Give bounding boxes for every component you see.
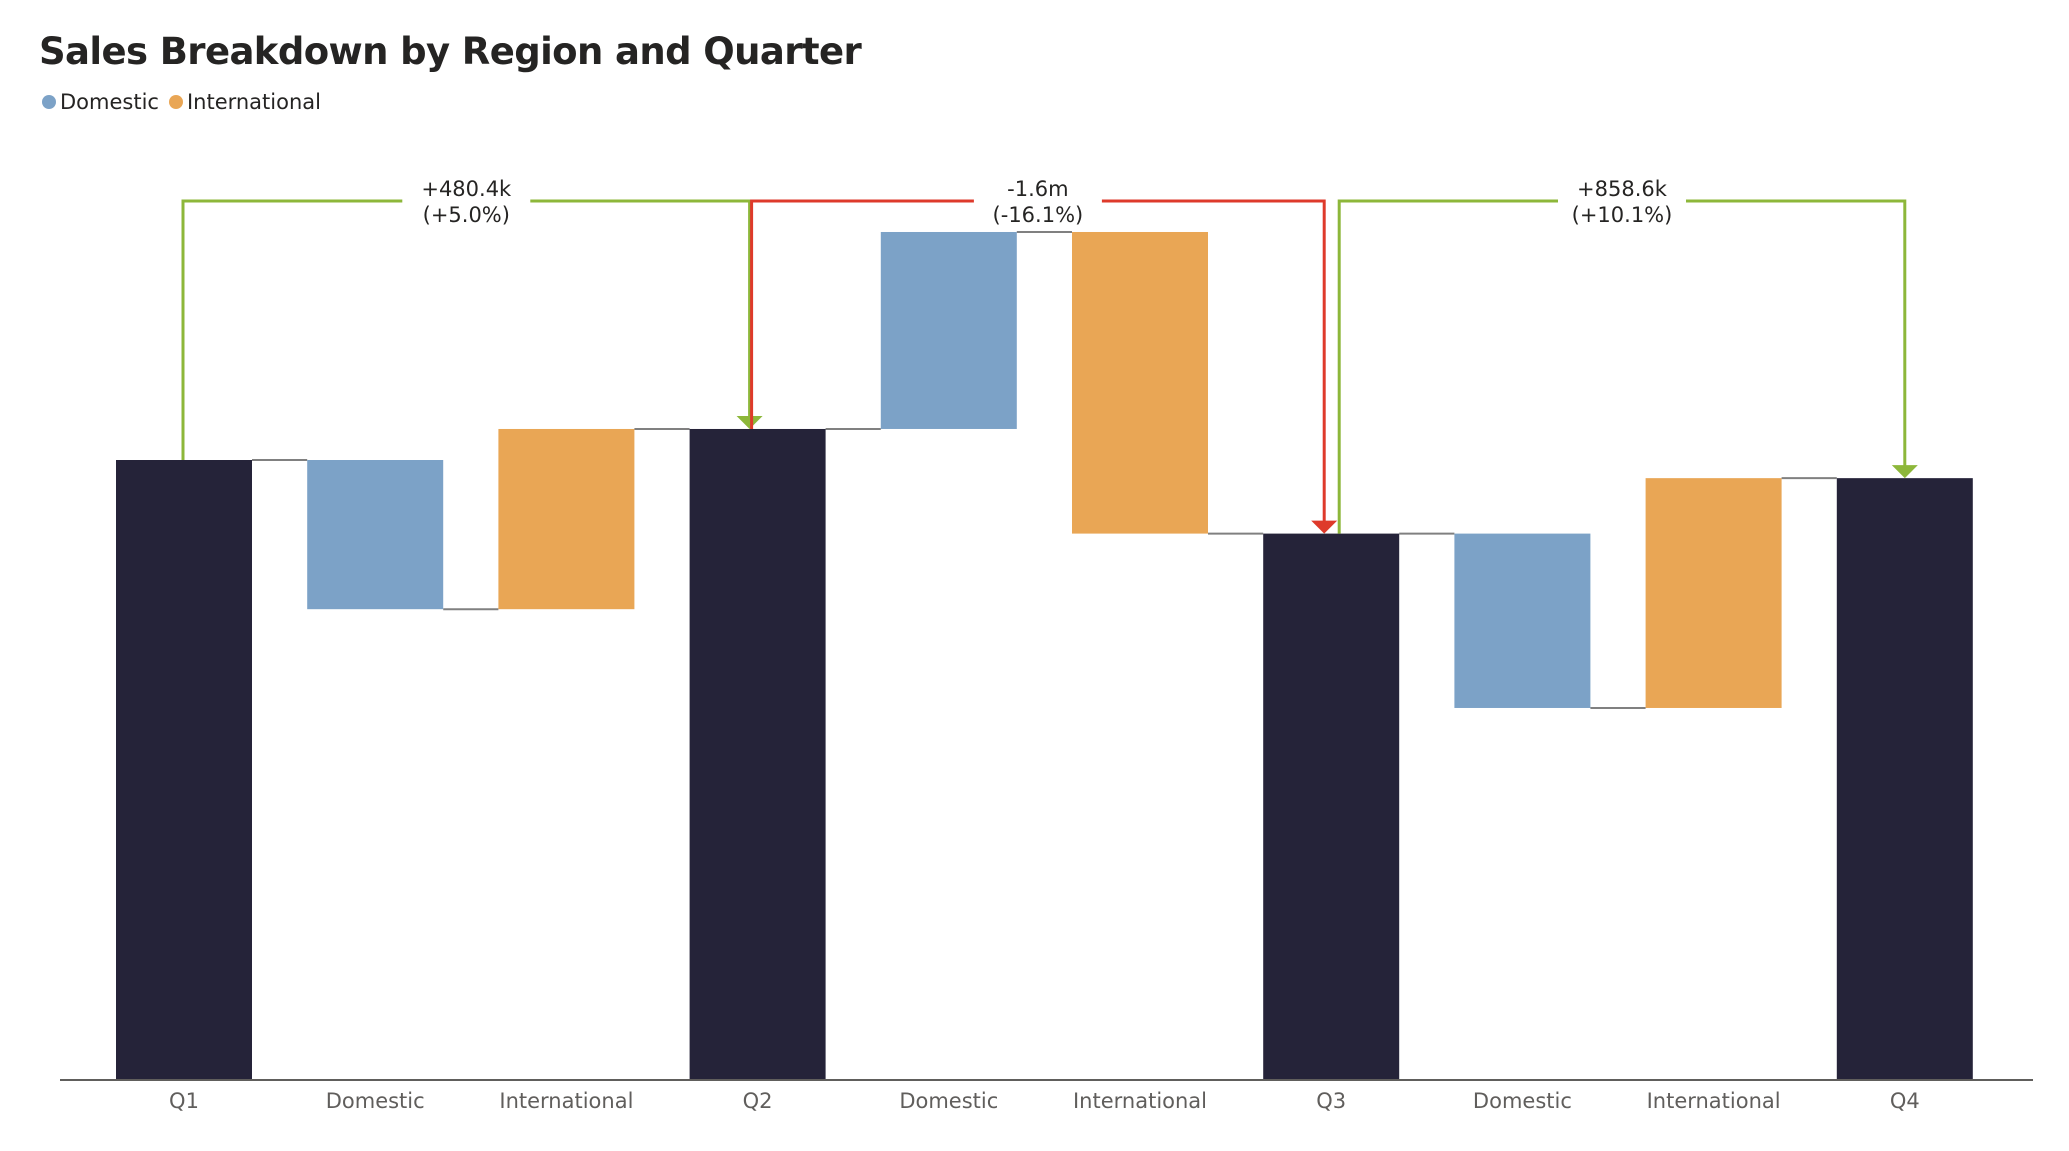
annotation-bracket-left	[181, 199, 403, 460]
x-tick-label: International	[499, 1089, 633, 1113]
annotation-pct-label: (+10.1%)	[1572, 203, 1673, 227]
annotation-bracket-right	[530, 199, 752, 419]
x-tick-label: Domestic	[1473, 1089, 1572, 1113]
annotation-delta-label: +480.4k	[421, 177, 512, 201]
bar-domestic-7[interactable]	[1454, 533, 1591, 708]
bar-q3-6[interactable]	[1263, 533, 1400, 1080]
bar-q1-0[interactable]	[116, 460, 252, 1080]
annotation-bracket-right	[1686, 199, 1907, 469]
annotation-q3-q4: +858.6k(+10.1%)	[1337, 177, 1918, 534]
bar-international-8[interactable]	[1645, 478, 1782, 708]
x-axis-labels: Q1 Domestic International Q2 Domestic Interna…	[169, 1089, 1920, 1113]
bars	[116, 231, 1973, 1081]
bar-domestic-4[interactable]	[880, 231, 1017, 429]
x-tick-label: Q3	[1316, 1089, 1346, 1113]
x-tick-label: Q2	[743, 1089, 773, 1113]
bar-international-2[interactable]	[498, 428, 635, 610]
connector-lines	[252, 230, 1837, 709]
annotation-pct-label: (+5.0%)	[423, 203, 510, 227]
bar-q2-3[interactable]	[689, 428, 826, 1081]
bar-domestic-1[interactable]	[307, 460, 444, 610]
x-tick-label: Domestic	[899, 1089, 998, 1113]
x-tick-label: Q1	[169, 1089, 199, 1113]
x-tick-label: Domestic	[326, 1089, 425, 1113]
annotation-q1-q2: +480.4k(+5.0%)	[181, 177, 763, 460]
waterfall-chart: +480.4k(+5.0%)-1.6m(-16.1%)+858.6k(+10.1…	[60, 177, 2033, 1113]
annotation-delta-label: +858.6k	[1577, 177, 1668, 201]
x-tick-label: Q4	[1890, 1089, 1920, 1113]
x-tick-label: International	[1073, 1089, 1207, 1113]
arrowhead-icon	[1311, 520, 1338, 534]
annotation-pct-label: (-16.1%)	[993, 203, 1084, 227]
arrowhead-icon	[736, 415, 763, 429]
arrowhead-icon	[1891, 465, 1918, 479]
annotation-bracket-left	[1337, 199, 1558, 534]
bar-q4-9[interactable]	[1836, 478, 1973, 1080]
annotation-q2-q3: -1.6m(-16.1%)	[750, 177, 1338, 534]
annotation-delta-label: -1.6m	[1007, 177, 1068, 201]
bar-international-5[interactable]	[1072, 231, 1208, 534]
x-tick-label: International	[1647, 1089, 1781, 1113]
